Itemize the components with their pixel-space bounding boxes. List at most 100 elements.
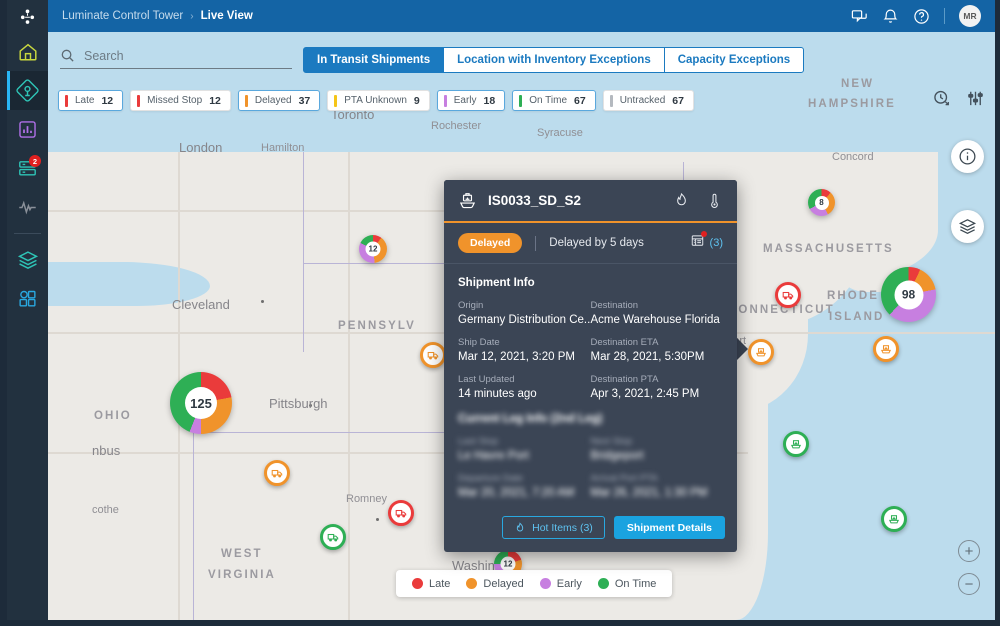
tab-in-transit-shipments[interactable]: In Transit Shipments bbox=[303, 47, 445, 73]
breadcrumb-root[interactable]: Luminate Control Tower bbox=[62, 10, 183, 22]
control-tower-icon bbox=[16, 79, 39, 102]
shipment-pin-truck-delayed2[interactable] bbox=[420, 342, 446, 368]
panel-action-buttons: Hot Items (3) Shipment Details bbox=[502, 516, 725, 539]
ship-glyph-icon bbox=[790, 440, 802, 449]
search-icon[interactable] bbox=[60, 48, 75, 63]
filter-chip-untracked[interactable]: Untracked 67 bbox=[602, 90, 694, 111]
shipment-detail-panel: IS0033_SD_S2 Delayed Delayed by 5 days (… bbox=[444, 180, 737, 552]
filter-chip-on-time[interactable]: On Time 67 bbox=[512, 90, 596, 111]
breadcrumb: Luminate Control Tower › Live View bbox=[62, 10, 253, 22]
shipment-pin-truck-ontime[interactable] bbox=[320, 524, 346, 550]
field-next-stop: Next Stop Bridgeport bbox=[591, 436, 724, 462]
legend-dot bbox=[466, 578, 478, 589]
history-clock-icon[interactable] bbox=[932, 89, 951, 108]
filter-chip-delayed[interactable]: Delayed 37 bbox=[237, 90, 321, 111]
zoom-out-button[interactable]: − bbox=[958, 573, 980, 595]
cluster-donut-98[interactable]: 98 bbox=[881, 267, 936, 322]
legend-item-early: Early bbox=[539, 577, 582, 590]
flame-icon[interactable] bbox=[673, 192, 690, 209]
legend-label: Early bbox=[556, 577, 582, 590]
map-label: HAMPSHIRE bbox=[808, 98, 896, 110]
sidebar-item-layers[interactable] bbox=[7, 240, 48, 279]
map-label: Syracuse bbox=[537, 127, 583, 139]
filter-chip-pta-unknown[interactable]: PTA Unknown 9 bbox=[327, 90, 430, 111]
document-alert-dot bbox=[700, 231, 707, 237]
shipment-pin-truck-late2[interactable] bbox=[775, 282, 801, 308]
info-circle-icon[interactable] bbox=[951, 140, 984, 173]
map-toolbar bbox=[932, 89, 985, 108]
chip-color-bar bbox=[244, 94, 248, 107]
field-value: Mar 12, 2021, 3:20 PM bbox=[458, 351, 575, 363]
field-label: Arrival Port PTA bbox=[590, 473, 658, 484]
chat-icon[interactable] bbox=[851, 8, 868, 25]
shipment-pin-ship-delayed[interactable] bbox=[873, 336, 899, 362]
shipment-pin-truck-delayed[interactable] bbox=[264, 460, 290, 486]
filter-sliders-icon[interactable] bbox=[966, 89, 985, 108]
sidebar-badge-tasks: 2 bbox=[29, 155, 41, 167]
field-value: Mar 26, 2021, 1:30 PM bbox=[590, 487, 708, 499]
chip-count: 12 bbox=[209, 94, 221, 107]
map-border-1 bbox=[303, 152, 304, 352]
window-frame-bottom bbox=[0, 620, 1000, 626]
donut-center-count: 12 bbox=[365, 241, 381, 257]
chip-label: Early bbox=[453, 95, 477, 106]
zoom-in-button[interactable]: + bbox=[958, 540, 980, 562]
shipment-details-button[interactable]: Shipment Details bbox=[613, 516, 725, 539]
filter-chip-early[interactable]: Early 18 bbox=[436, 90, 506, 111]
sidebar-item-apps[interactable] bbox=[7, 279, 48, 318]
app-logo[interactable] bbox=[7, 0, 48, 32]
field-origin: Origin Germany Distribution Ce.. bbox=[458, 300, 591, 326]
field-label: Origin bbox=[458, 300, 484, 311]
map-canvas[interactable]: Toronto Hamilton Rochester Syracuse London NE… bbox=[48, 32, 995, 620]
sidebar-item-control-tower[interactable] bbox=[7, 71, 48, 110]
chip-count: 18 bbox=[483, 94, 496, 107]
legend-dot bbox=[412, 578, 423, 589]
map-label: WEST bbox=[221, 548, 263, 560]
sidebar-item-monitoring[interactable] bbox=[7, 188, 48, 227]
search-row bbox=[60, 48, 292, 68]
thermometer-icon[interactable] bbox=[706, 192, 723, 209]
tab-location-with-inventory-exceptions[interactable]: Location with Inventory Exceptions bbox=[443, 47, 665, 73]
legend-item-delayed: Delayed bbox=[466, 578, 524, 590]
avatar[interactable]: MR bbox=[959, 5, 981, 27]
field-arrival-port-pta: Arrival Port PTA Mar 26, 2021, 1:30 PM bbox=[591, 473, 724, 499]
sidebar-item-home[interactable] bbox=[7, 32, 48, 71]
field-last-stop: Last Stop Le Havre Port bbox=[458, 436, 591, 462]
search-input[interactable] bbox=[84, 48, 269, 63]
documents-count: (3) bbox=[709, 237, 723, 249]
tab-capacity-exceptions[interactable]: Capacity Exceptions bbox=[663, 47, 805, 73]
status-filter-chips: Late 12 Missed Stop 12 Delayed 37 PTA Unknown 9… bbox=[58, 90, 694, 111]
sidebar-item-tasks[interactable]: 2 bbox=[7, 149, 48, 188]
bell-icon[interactable] bbox=[882, 8, 899, 25]
flame-small-icon bbox=[516, 521, 524, 531]
map-label: ISLAND bbox=[829, 311, 885, 323]
field-label: Departure Date bbox=[458, 473, 523, 484]
sidebar-item-analytics[interactable] bbox=[7, 110, 48, 149]
map-label: nbus bbox=[92, 443, 121, 458]
layers-circle-icon[interactable] bbox=[951, 210, 984, 243]
shipment-pin-ship-selected[interactable] bbox=[748, 339, 774, 365]
legend-dot bbox=[597, 578, 609, 589]
donut-center-count: 125 bbox=[185, 387, 217, 419]
chip-color-bar bbox=[443, 94, 447, 107]
bar-chart-icon bbox=[19, 121, 36, 138]
map-city-dot-romney bbox=[376, 518, 379, 521]
field-label: Last Stop bbox=[458, 436, 499, 447]
legend-item-late: Late bbox=[412, 578, 450, 590]
field-label: Destination ETA bbox=[590, 337, 659, 348]
shipment-pin-ship-ontime2[interactable] bbox=[881, 506, 907, 532]
cluster-donut-8[interactable]: 8 bbox=[808, 189, 835, 216]
shipment-pin-truck-late[interactable] bbox=[388, 500, 414, 526]
cluster-donut-12a[interactable]: 12 bbox=[359, 235, 387, 263]
hot-items-button[interactable]: Hot Items (3) bbox=[502, 516, 605, 539]
filter-chip-missed-stop[interactable]: Missed Stop 12 bbox=[130, 90, 231, 111]
help-icon[interactable] bbox=[913, 8, 930, 25]
panel-status-row: Delayed Delayed by 5 days (3) bbox=[444, 223, 737, 264]
shipment-pin-ship-ontime[interactable] bbox=[783, 431, 809, 457]
legend-label: Late bbox=[429, 577, 451, 590]
documents-group[interactable]: (3) bbox=[690, 231, 723, 253]
truck-glyph-icon bbox=[271, 469, 283, 478]
chip-color-bar bbox=[334, 94, 338, 107]
cluster-donut-125[interactable]: 125 bbox=[170, 372, 232, 434]
filter-chip-late[interactable]: Late 12 bbox=[58, 90, 124, 111]
